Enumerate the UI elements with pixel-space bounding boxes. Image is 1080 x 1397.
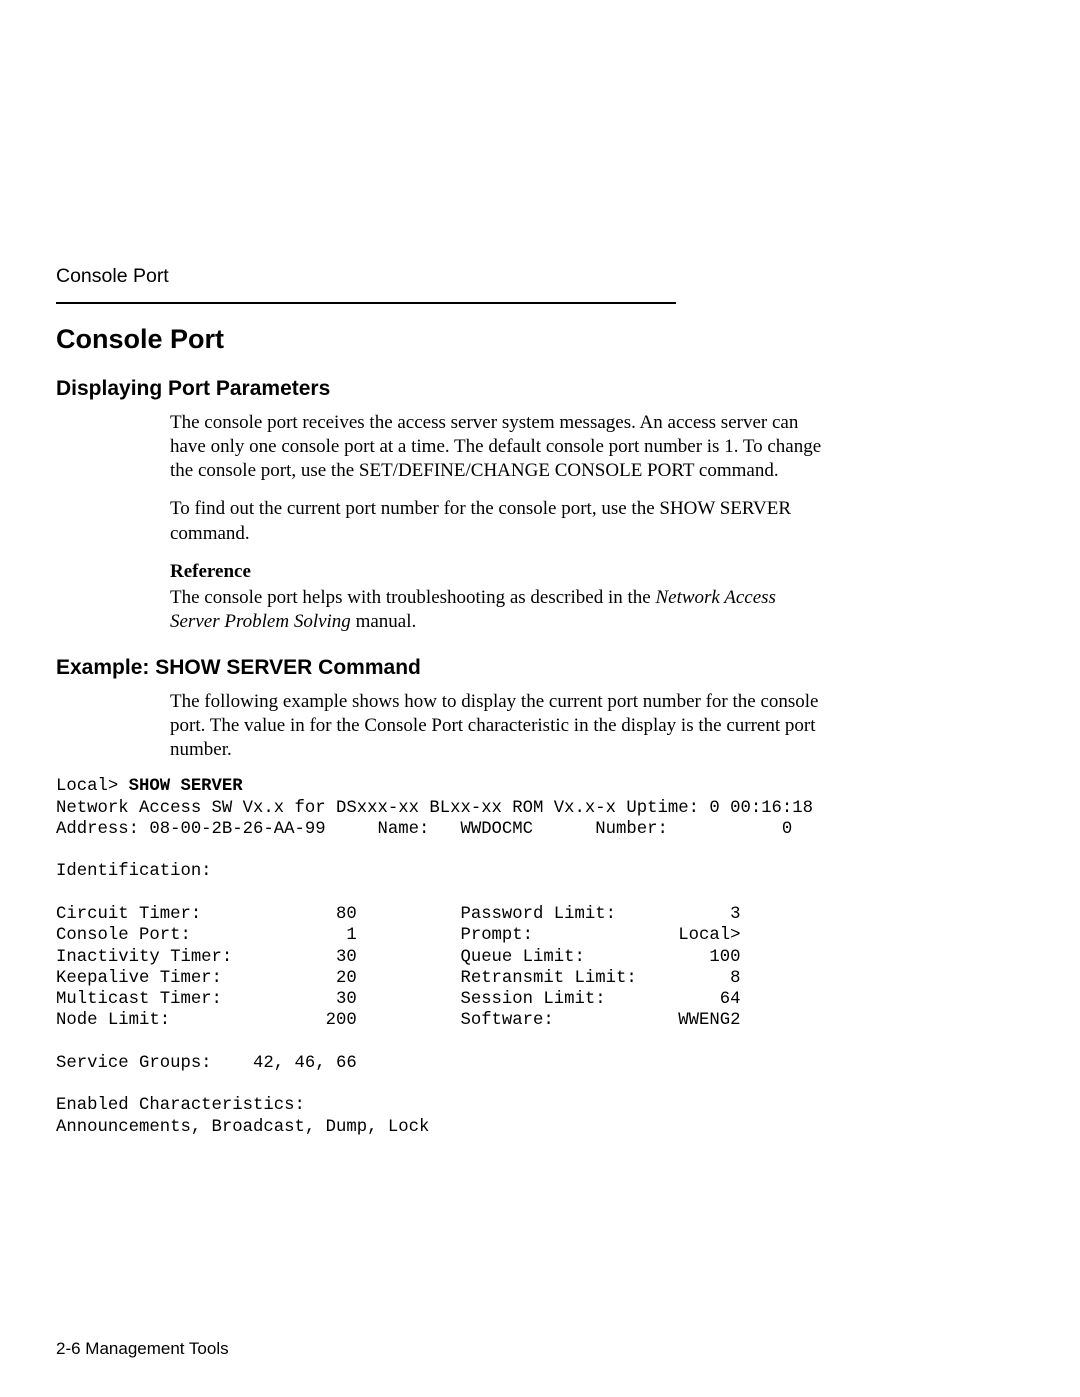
paragraph: To find out the current port number for … [170, 497, 830, 545]
paragraph: The following example shows how to displ… [170, 690, 830, 762]
section-heading-1: Displaying Port Parameters [56, 377, 870, 401]
text: The console port helps with troubleshoot… [170, 587, 655, 608]
page-title: Console Port [56, 324, 870, 355]
reference-heading: Reference [170, 560, 830, 584]
horizontal-rule [56, 302, 676, 304]
section-1-body: The console port receives the access ser… [170, 411, 830, 634]
output-body: Network Access SW Vx.x for DSxxx-xx BLxx… [56, 799, 813, 1137]
section-2-body: The following example shows how to displ… [170, 690, 830, 762]
text: manual. [351, 611, 416, 632]
page-footer: 2-6 Management Tools [56, 1339, 229, 1359]
reference-paragraph: The console port helps with troubleshoot… [170, 586, 830, 634]
prompt-text: Local> [56, 777, 129, 796]
section-heading-2: Example: SHOW SERVER Command [56, 656, 870, 680]
command-text: SHOW SERVER [129, 777, 243, 796]
paragraph: The console port receives the access ser… [170, 411, 830, 483]
running-head: Console Port [56, 265, 870, 288]
terminal-output: Local> SHOW SERVER Network Access SW Vx.… [56, 776, 870, 1138]
page: Console Port Console Port Displaying Por… [0, 0, 1080, 1397]
